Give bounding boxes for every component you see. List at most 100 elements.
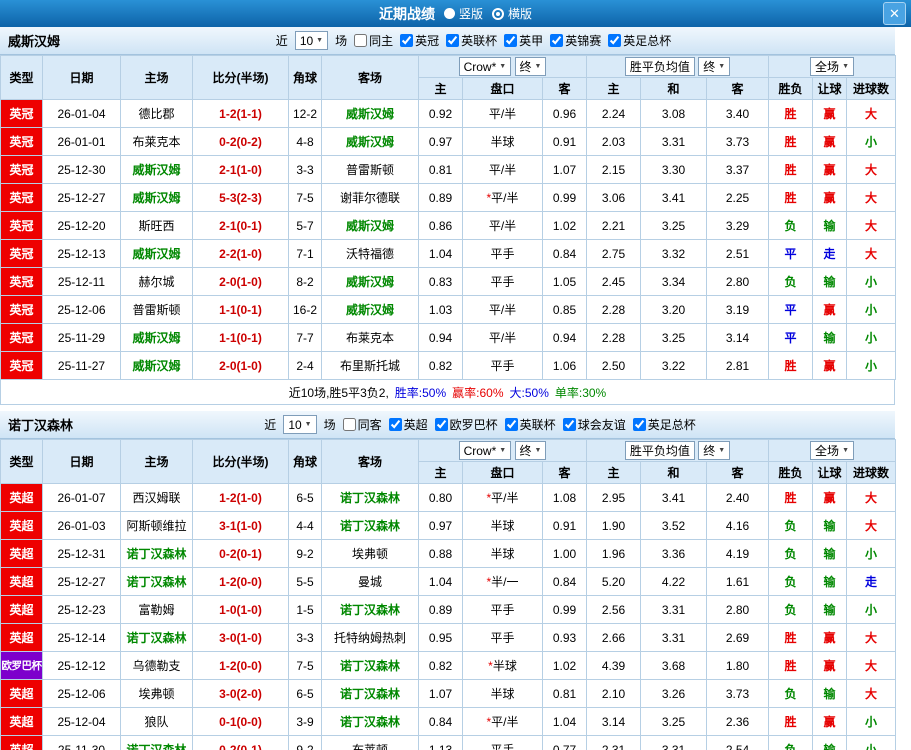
match-date: 26-01-03 bbox=[42, 511, 121, 540]
odds-away: 0.99 bbox=[541, 183, 588, 212]
result-wdl: 胜 bbox=[768, 651, 814, 680]
checkbox-label: 英冠 bbox=[415, 34, 440, 48]
checkbox-input[interactable] bbox=[504, 418, 518, 431]
corners: 1-5 bbox=[288, 595, 322, 624]
match-count-select-0[interactable]: 10 ▼ bbox=[294, 31, 329, 50]
chevron-down-icon: ▼ bbox=[499, 447, 507, 454]
avg-draw: 3.08 bbox=[640, 99, 708, 128]
col-date: 日期 bbox=[42, 55, 121, 100]
filter-checkbox-英超[interactable]: 英超 bbox=[388, 416, 428, 433]
rows-1: 英超 26-01-07 西汉姆联 1-2(1-0) 6-5 诺丁汉森林 0.80 *平/半 1.… bbox=[0, 483, 897, 750]
scope-group-header: 全场 ▼ bbox=[768, 55, 897, 78]
match-row: 英冠 26-01-01 布莱克本 0-2(0-2) 4-8 威斯汉姆 0.97 半球 0.91 2… bbox=[0, 127, 897, 156]
summary-0: 近10场,胜5平3负2, 胜率:50% 赢率:60% 大:50% 单率:30% bbox=[0, 380, 895, 405]
match-date: 25-11-29 bbox=[42, 323, 121, 352]
home-team: 富勒姆 bbox=[120, 595, 193, 624]
result-wdl: 负 bbox=[768, 595, 814, 624]
home-team: 德比郡 bbox=[120, 99, 193, 128]
away-team: 诺丁汉森林 bbox=[321, 595, 419, 624]
odds-away: 0.94 bbox=[541, 323, 588, 352]
away-team: 诺丁汉森林 bbox=[321, 511, 419, 540]
filter-checkbox-英足总杯[interactable]: 英足总杯 bbox=[608, 32, 671, 49]
checkbox-label: 欧罗巴杯 bbox=[449, 418, 498, 432]
result-goals: 小 bbox=[846, 351, 897, 380]
odds-provider-select[interactable]: Crow* ▼ bbox=[458, 441, 512, 460]
filter-checkbox-英联杯[interactable]: 英联杯 bbox=[504, 416, 556, 433]
odds-home: 0.80 bbox=[418, 483, 463, 512]
avg-home: 2.31 bbox=[586, 735, 642, 750]
checkbox-input[interactable] bbox=[388, 418, 402, 431]
avg-select[interactable]: 胜平负均值 bbox=[624, 57, 695, 76]
odds-home: 0.92 bbox=[418, 99, 463, 128]
avg-stage-select[interactable]: 终 ▼ bbox=[698, 441, 731, 460]
odds-stage-select[interactable]: 终 ▼ bbox=[514, 441, 547, 460]
live-star-icon: * bbox=[486, 491, 492, 505]
match-date: 25-12-13 bbox=[42, 239, 121, 268]
page-title: 近期战绩 bbox=[378, 5, 435, 22]
col-handicap: 盘口 bbox=[462, 77, 543, 100]
filter-checkbox-英锦赛[interactable]: 英锦赛 bbox=[550, 32, 601, 49]
avg-draw: 3.68 bbox=[640, 651, 708, 680]
scope-select[interactable]: 全场 ▼ bbox=[810, 441, 854, 460]
filter-checkbox-同主[interactable]: 同主 bbox=[354, 32, 393, 49]
team-name-0: 威斯汉姆 bbox=[8, 34, 61, 49]
avg-draw: 3.31 bbox=[640, 127, 708, 156]
matches-table-0: 类型 日期 主场 比分(半场) 角球 客场 Crow* ▼ 终 ▼ 胜平负均值 … bbox=[0, 55, 897, 380]
checkbox-input[interactable] bbox=[632, 418, 646, 431]
live-star-icon: * bbox=[486, 191, 492, 205]
filter-checkbox-英甲[interactable]: 英甲 bbox=[504, 32, 543, 49]
checkbox-input[interactable] bbox=[434, 418, 448, 431]
corners: 9-2 bbox=[288, 539, 322, 568]
filter-checkbox-英足总杯[interactable]: 英足总杯 bbox=[632, 416, 696, 433]
corners: 5-5 bbox=[288, 567, 322, 596]
col-result-handicap: 让球 bbox=[812, 461, 848, 484]
avg-draw: 3.31 bbox=[640, 623, 708, 652]
team-section-bar-0: 威斯汉姆 近 10 ▼ 场 同主 英冠 英联杯 英甲 英锦赛 英足总杯 bbox=[0, 27, 895, 55]
filter-checkbox-英冠[interactable]: 英冠 bbox=[400, 32, 439, 49]
odds-stage-select[interactable]: 终 ▼ bbox=[514, 57, 547, 76]
scope-select[interactable]: 全场 ▼ bbox=[810, 57, 854, 76]
odds-group-header: Crow* ▼ 终 ▼ bbox=[417, 55, 588, 78]
odds-away: 1.00 bbox=[541, 539, 588, 568]
odds-away: 0.81 bbox=[541, 679, 588, 708]
odds-home: 0.82 bbox=[418, 651, 463, 680]
layout-radio-horizontal[interactable]: 横版 bbox=[492, 5, 532, 22]
filter-checkbox-欧罗巴杯[interactable]: 欧罗巴杯 bbox=[434, 416, 498, 433]
odds-home: 1.04 bbox=[418, 567, 463, 596]
checkbox-input[interactable] bbox=[608, 34, 622, 47]
corners: 5-7 bbox=[288, 211, 322, 240]
checkbox-input[interactable] bbox=[562, 418, 576, 431]
filter-checkbox-英联杯[interactable]: 英联杯 bbox=[446, 32, 497, 49]
checkbox-input[interactable] bbox=[504, 34, 518, 47]
checkbox-input[interactable] bbox=[550, 34, 564, 47]
score: 0-2(0-1) bbox=[192, 539, 289, 568]
home-team: 布莱克本 bbox=[120, 127, 193, 156]
checkbox-input[interactable] bbox=[400, 34, 414, 47]
checkbox-input[interactable] bbox=[446, 34, 460, 47]
avg-select[interactable]: 胜平负均值 bbox=[624, 441, 695, 460]
odds-away: 1.07 bbox=[541, 155, 588, 184]
match-date: 25-12-30 bbox=[42, 155, 121, 184]
filter-checkbox-球会友谊[interactable]: 球会友谊 bbox=[562, 416, 626, 433]
match-count-select-1[interactable]: 10 ▼ bbox=[283, 415, 317, 434]
col-odds-home: 主 bbox=[418, 461, 463, 484]
filter-checkbox-同客[interactable]: 同客 bbox=[342, 416, 382, 433]
odds-away: 1.06 bbox=[541, 351, 588, 380]
result-goals: 大 bbox=[846, 651, 897, 680]
match-date: 26-01-07 bbox=[42, 483, 121, 512]
result-goals: 大 bbox=[846, 211, 897, 240]
chevron-down-icon: ▼ bbox=[304, 421, 312, 428]
match-date: 25-11-27 bbox=[42, 351, 121, 380]
near-label: 近 bbox=[275, 34, 288, 48]
close-button[interactable]: ✕ bbox=[883, 2, 906, 25]
layout-radio-vertical[interactable]: 竖版 bbox=[443, 5, 483, 22]
col-home: 主场 bbox=[120, 439, 193, 484]
avg-stage-select[interactable]: 终 ▼ bbox=[698, 57, 731, 76]
match-date: 25-12-06 bbox=[42, 295, 121, 324]
corners: 6-5 bbox=[288, 483, 322, 512]
checkbox-input[interactable] bbox=[354, 34, 368, 47]
odds-provider-select[interactable]: Crow* ▼ bbox=[458, 57, 512, 76]
checkbox-input[interactable] bbox=[342, 418, 356, 431]
odds-away: 0.84 bbox=[541, 239, 588, 268]
corners: 3-3 bbox=[288, 623, 322, 652]
